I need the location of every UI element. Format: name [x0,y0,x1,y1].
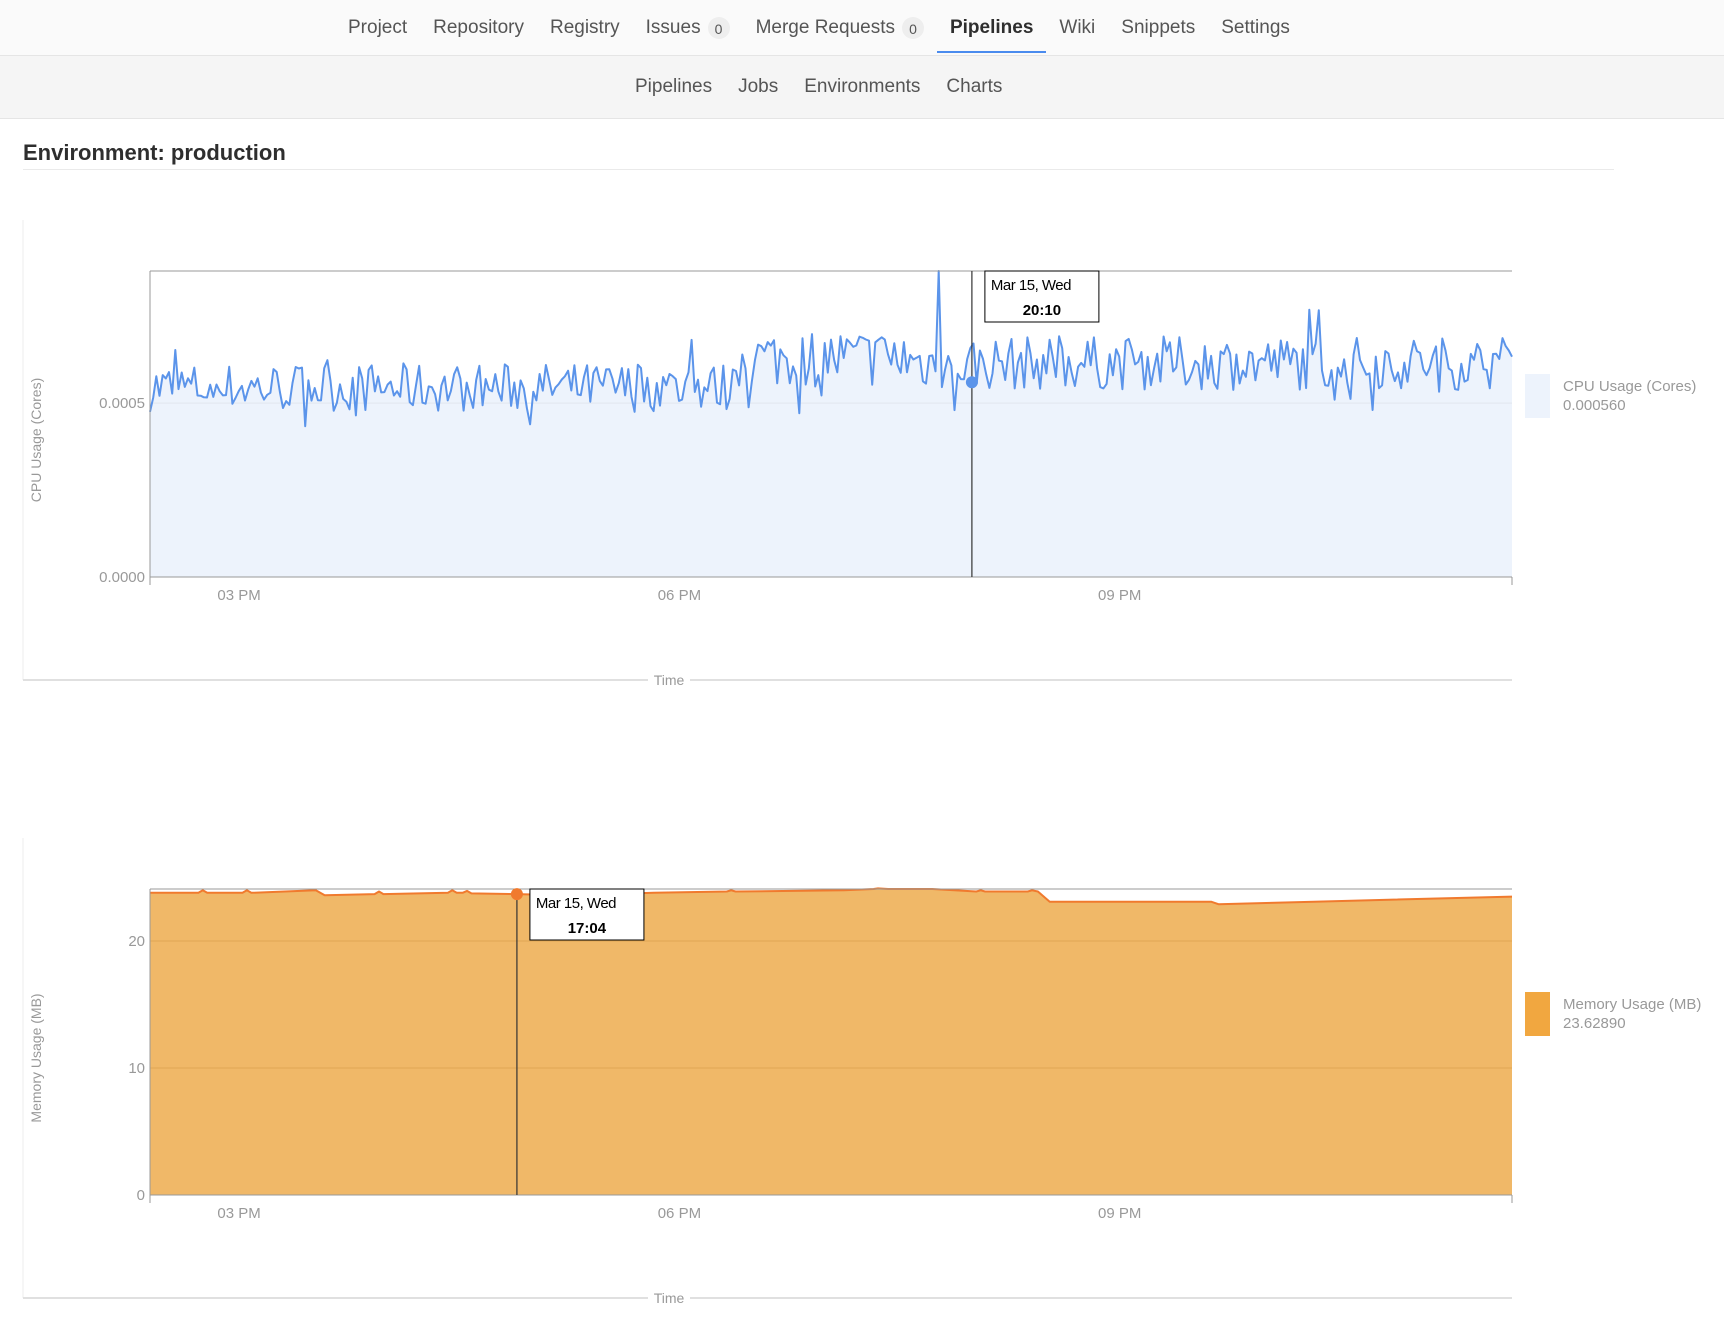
tooltip-date: Mar 15, Wed [536,895,616,912]
legend: CPU Usage (Cores) 0.000560 [1525,374,1696,418]
y-tick-label: 0 [137,1187,145,1204]
y-tick-label: 0.0005 [99,395,145,412]
page-title: Environment: production [23,140,286,165]
nav-item-settings[interactable]: Settings [1208,0,1303,55]
legend-label: Memory Usage (MB) [1563,996,1701,1013]
x-axis-title: Time [654,1290,685,1306]
nav-item-label: Snippets [1121,16,1196,38]
subnav-item-pipelines[interactable]: Pipelines [622,56,725,118]
subnav-item-label: Environments [804,76,921,97]
x-tick-label: 06 PM [658,587,701,604]
y-tick-label: 20 [128,933,145,950]
x-tick-label: 03 PM [217,587,260,604]
nav-item-label: Registry [549,16,620,38]
nav-item-label: Issues [645,16,701,38]
tooltip-date: Mar 15, Wed [991,277,1071,294]
x-axis-title: Time [654,672,685,688]
nav-item-label: Merge Requests [755,16,895,38]
tooltip: Mar 15, Wed 17:04 [529,888,645,941]
legend-swatch [1525,992,1550,1036]
legend-swatch [1525,374,1550,418]
nav-item-label: Settings [1221,16,1290,38]
subnav-item-label: Jobs [738,76,779,97]
nav-item-label: Wiki [1059,16,1096,38]
x-tick-label: 09 PM [1098,1205,1141,1222]
subnav-item-environments[interactable]: Environments [791,56,933,118]
legend-value: 0.000560 [1563,397,1626,414]
x-tick-label: 06 PM [658,1205,701,1222]
subnav-item-jobs[interactable]: Jobs [725,56,791,118]
nav-item-issues[interactable]: Issues 0 [633,0,743,55]
hover-dot [965,376,978,389]
cpu-usage-chart[interactable]: Time CPU Usage (Cores) 0.0000 0.0005 03 PM 06… [0,200,1724,700]
series-area [150,271,1512,577]
sub-nav: Pipelines Jobs Environments Charts [0,56,1724,119]
nav-item-label: Project [348,16,408,38]
y-tick-label: 0.0000 [99,569,145,586]
legend-value: 23.62890 [1563,1015,1626,1032]
hover-dot [510,888,523,901]
sub-nav-list: Pipelines Jobs Environments Charts [622,56,1015,118]
nav-item-pipelines[interactable]: Pipelines [936,0,1047,55]
tooltip-time: 20:10 [1023,302,1061,319]
memory-usage-chart[interactable]: Time Memory Usage (MB) 0 10 20 03 PM 06 PM 09 P… [0,820,1724,1320]
nav-item-label: Repository [433,16,524,38]
nav-item-registry[interactable]: Registry [537,0,633,55]
top-nav-list: Project Repository Registry Issues 0 Merge Re… [335,0,1303,55]
y-axis-title: Memory Usage (MB) [28,993,44,1122]
legend: Memory Usage (MB) 23.62890 [1525,992,1701,1036]
nav-item-wiki[interactable]: Wiki [1046,0,1108,55]
count-badge: 0 [901,16,924,39]
subnav-item-label: Pipelines [635,76,713,97]
subnav-item-charts[interactable]: Charts [933,56,1015,118]
series-area [150,888,1512,1195]
nav-item-repository[interactable]: Repository [420,0,537,55]
tooltip-time: 17:04 [568,920,607,937]
count-badge: 0 [707,16,730,39]
x-tick-label: 03 PM [217,1205,260,1222]
nav-item-merge-requests[interactable]: Merge Requests 0 [743,0,937,55]
x-tick-label: 09 PM [1098,587,1141,604]
tooltip: Mar 15, Wed 20:10 [984,270,1100,323]
legend-label: CPU Usage (Cores) [1563,378,1696,395]
nav-item-snippets[interactable]: Snippets [1108,0,1208,55]
y-axis-title: CPU Usage (Cores) [28,378,44,502]
nav-item-label: Pipelines [949,16,1034,38]
subnav-item-label: Charts [946,76,1003,97]
nav-item-project[interactable]: Project [335,0,420,55]
y-tick-label: 10 [128,1060,145,1077]
title-divider [23,169,1614,170]
top-nav: Project Repository Registry Issues 0 Merge Re… [0,0,1724,56]
